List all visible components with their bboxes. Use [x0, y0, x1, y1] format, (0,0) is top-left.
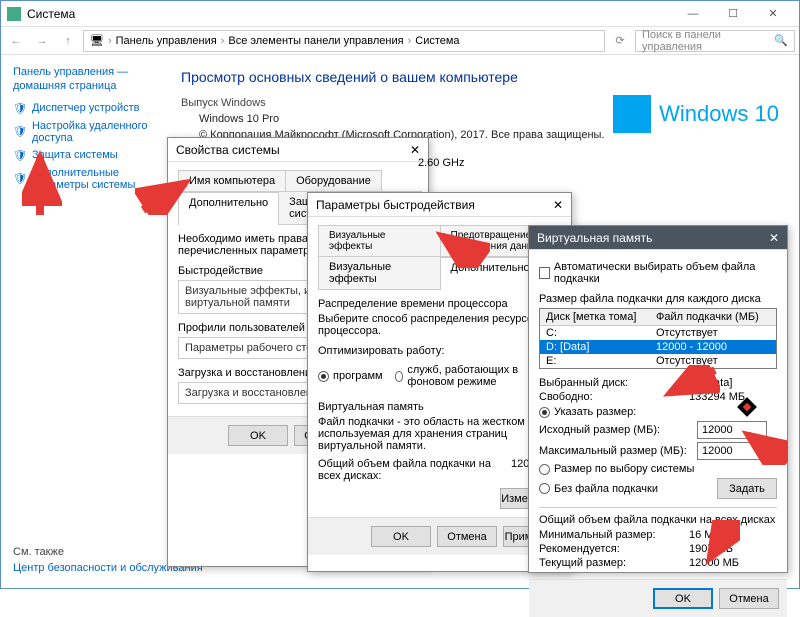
window-title: Система: [27, 7, 673, 21]
tab-hardware[interactable]: Оборудование: [285, 170, 382, 191]
ok-button[interactable]: OK: [371, 526, 431, 547]
total-label: Общий объем файла подкачки на всех диска…: [539, 507, 777, 526]
shield-icon: 🛡: [13, 125, 27, 138]
max-size-input[interactable]: [697, 442, 767, 460]
close-button[interactable]: ✕: [753, 3, 793, 25]
close-icon[interactable]: ✕: [553, 198, 563, 212]
sched-label: Распределение времени процессора: [318, 298, 561, 310]
shield-icon: 🛡: [13, 172, 27, 185]
breadcrumb-icon: 🖥: [90, 34, 104, 47]
back-button[interactable]: ←: [5, 30, 27, 52]
sysprops-tabs: Имя компьютера Оборудование: [178, 170, 418, 192]
ok-button[interactable]: OK: [653, 588, 713, 609]
page-title: Просмотр основных сведений о вашем компь…: [181, 69, 779, 85]
opt-label: Оптимизировать работу:: [318, 345, 561, 357]
cpu-fragment: 2.60 GHz: [418, 157, 464, 169]
minimize-button[interactable]: —: [673, 3, 713, 25]
forward-button[interactable]: →: [31, 30, 53, 52]
tab-advanced[interactable]: Дополнительно: [178, 192, 279, 225]
sidebar: Панель управления — домашняя страница 🛡Д…: [1, 55, 161, 588]
ok-button[interactable]: OK: [228, 425, 288, 446]
up-button[interactable]: ↑: [57, 30, 79, 52]
titlebar: Система — ☐ ✕: [1, 1, 799, 27]
refresh-button[interactable]: ⟳: [609, 30, 631, 52]
shield-icon: 🛡: [13, 149, 27, 162]
shield-icon: 🛡: [13, 102, 27, 115]
maximize-button[interactable]: ☐: [713, 3, 753, 25]
breadcrumb[interactable]: 🖥 › Панель управления › Все элементы пан…: [83, 30, 605, 52]
navbar: ← → ↑ 🖥 › Панель управления › Все элемен…: [1, 27, 799, 55]
cancel-button[interactable]: Отмена: [719, 588, 779, 609]
sidebar-item-devmgr[interactable]: 🛡Диспетчер устройств: [13, 102, 149, 115]
no-paging-radio[interactable]: Без файла подкачки: [539, 483, 717, 495]
initial-size-input[interactable]: [697, 421, 767, 439]
system-icon: [7, 7, 21, 21]
close-icon[interactable]: ✕: [769, 231, 779, 245]
close-icon[interactable]: ✕: [410, 143, 420, 157]
sidebar-item-protection[interactable]: 🛡Защита системы: [13, 149, 149, 162]
disk-row-e[interactable]: E:Отсутствует: [540, 354, 776, 368]
disk-list[interactable]: Диск [метка тома]Файл подкачки (МБ) C:От…: [539, 308, 777, 369]
tab-visual2[interactable]: Визуальные эффекты: [318, 256, 441, 289]
disk-row-c[interactable]: C:Отсутствует: [540, 326, 776, 340]
sysprops-title: Свойства системы✕: [168, 138, 428, 162]
perf-title: Параметры быстродействия✕: [308, 193, 571, 217]
windows-logo-icon: [613, 95, 651, 133]
sidebar-home[interactable]: Панель управления — домашняя страница: [13, 65, 149, 94]
sidebar-item-advanced[interactable]: 🛡Дополнительные параметры системы: [13, 167, 149, 191]
sidebar-item-remote[interactable]: 🛡Настройка удаленного доступа: [13, 120, 149, 144]
tab-visual[interactable]: Визуальные эффекты: [318, 225, 441, 256]
search-icon: 🔍: [774, 34, 788, 47]
vm-title: Виртуальная память✕: [529, 226, 787, 250]
opt-programs[interactable]: программ: [318, 364, 383, 388]
sched-text: Выберите способ распределения ресурсов п…: [318, 313, 561, 337]
vm-label: Виртуальная память: [318, 401, 561, 413]
vm-text: Файл подкачки - это область на жестком д…: [318, 416, 561, 452]
auto-checkbox[interactable]: Автоматически выбирать объем файла подка…: [539, 261, 777, 285]
disk-row-d[interactable]: D: [Data]12000 - 12000: [540, 340, 776, 354]
system-managed-radio[interactable]: Размер по выбору системы: [539, 463, 777, 475]
search-input[interactable]: Поиск в панели управления 🔍: [635, 30, 795, 52]
tab-computer-name[interactable]: Имя компьютера: [178, 170, 286, 191]
cancel-button[interactable]: Отмена: [437, 526, 497, 547]
windows-logo: Windows 10: [613, 95, 779, 133]
each-label: Размер файла подкачки для каждого диска: [539, 293, 777, 305]
set-button[interactable]: Задать: [717, 478, 777, 499]
